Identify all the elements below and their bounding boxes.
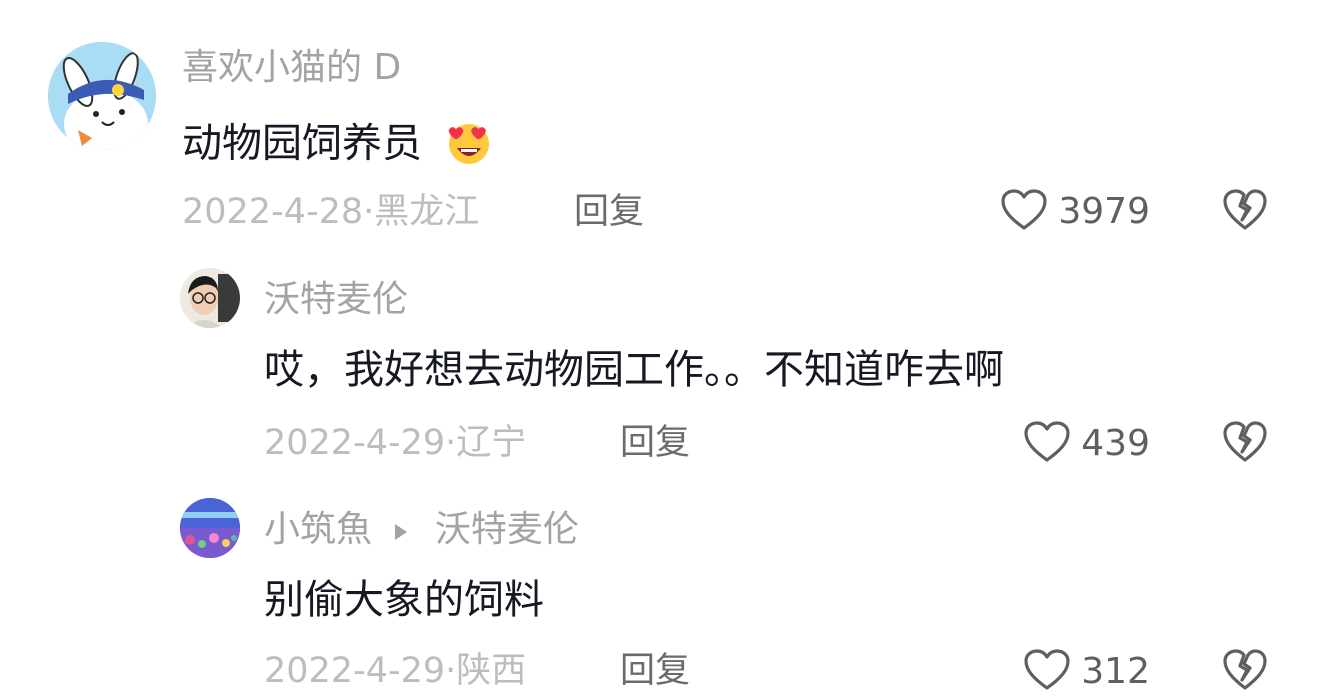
heart-outline-icon [1023, 420, 1071, 468]
avatar[interactable] [48, 42, 156, 150]
comment-text: 动物园饲养员 [182, 118, 495, 173]
comment-username-line: 小筑魚 沃特麦伦 [264, 512, 579, 549]
like-count: 3979 [1058, 191, 1150, 232]
comment-text-body: 动物园饲养员 [182, 120, 422, 167]
reply-button[interactable]: 回复 [620, 426, 690, 461]
comment-meta: 2022-4-29·陕西 [264, 654, 526, 689]
comment-text: 别偷大象的饲料 [264, 577, 544, 623]
meta-separator: · [445, 423, 457, 463]
dislike-button[interactable] [1222, 188, 1268, 232]
heart-eyes-emoji-icon [443, 118, 495, 173]
reply-to-username[interactable]: 沃特麦伦 [435, 509, 579, 550]
comment-username[interactable]: 小筑魚 [264, 509, 372, 550]
like-count: 439 [1081, 423, 1150, 464]
like-button[interactable]: 3979 [1000, 188, 1150, 236]
like-button[interactable]: 439 [1023, 420, 1150, 468]
triangle-right-icon [393, 513, 409, 549]
avatar[interactable] [180, 268, 240, 328]
comment-username[interactable]: 喜欢小猫的 D [182, 50, 401, 86]
broken-heart-icon [1222, 649, 1268, 696]
like-count: 312 [1081, 651, 1150, 692]
comment-date: 2022-4-28 [182, 192, 364, 232]
meta-separator: · [445, 651, 457, 691]
comment-meta: 2022-4-28·黑龙江 [182, 195, 479, 230]
dislike-button[interactable] [1222, 420, 1268, 464]
reply-button[interactable]: 回复 [574, 195, 644, 230]
broken-heart-icon [1222, 189, 1268, 236]
comment-region: 辽宁 [456, 423, 527, 463]
reply-button[interactable]: 回复 [620, 654, 690, 689]
comment-text: 哎，我好想去动物园工作。。不知道咋去啊 [264, 347, 1004, 393]
comment-meta: 2022-4-29·辽宁 [264, 426, 526, 461]
like-button[interactable]: 312 [1023, 648, 1150, 696]
comment-date: 2022-4-29 [264, 651, 446, 691]
meta-separator: · [363, 192, 375, 232]
comment-region: 陕西 [456, 651, 527, 691]
dislike-button[interactable] [1222, 648, 1268, 692]
comment-region: 黑龙江 [374, 192, 480, 232]
heart-outline-icon [1000, 188, 1048, 236]
heart-outline-icon [1023, 648, 1071, 696]
avatar[interactable] [180, 498, 240, 558]
broken-heart-icon [1222, 421, 1268, 468]
comment-username[interactable]: 沃特麦伦 [264, 282, 408, 318]
comment-date: 2022-4-29 [264, 423, 446, 463]
